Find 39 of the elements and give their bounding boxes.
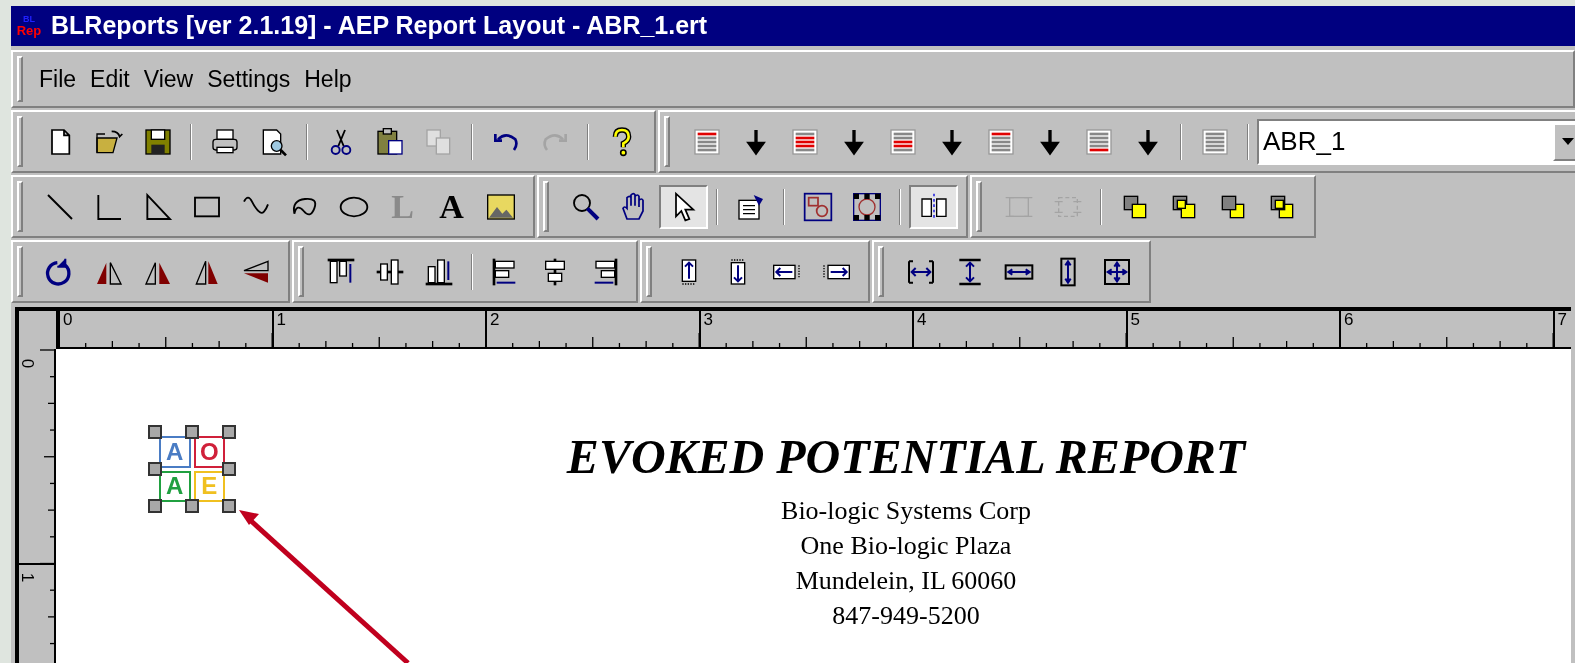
toolbar-button[interactable] xyxy=(909,184,958,229)
menu-item[interactable]: Settings xyxy=(203,61,295,97)
address-line: One Bio-logic Plaza xyxy=(800,530,1012,562)
selection-handle[interactable] xyxy=(185,499,199,513)
ruler-number: 6 xyxy=(1344,311,1354,328)
selection-handle[interactable] xyxy=(222,499,236,513)
ruler-number: 3 xyxy=(703,311,713,328)
layout-select[interactable]: ABR_1 xyxy=(1257,118,1575,165)
handles-frame-icon xyxy=(850,190,883,223)
select-value: ABR_1 xyxy=(1262,125,1347,158)
ruler-number: 4 xyxy=(917,311,927,328)
ruler-number: 1 xyxy=(276,311,286,328)
text-tool-button[interactable]: A xyxy=(427,184,476,229)
ruler-number: 5 xyxy=(1130,311,1140,328)
address-line: Mundelein, IL 60060 xyxy=(795,565,1017,597)
selection-handle[interactable] xyxy=(222,425,236,439)
ruler-number: 0 xyxy=(63,311,73,328)
selection-handle[interactable] xyxy=(222,462,236,476)
selection-handle[interactable] xyxy=(148,425,162,439)
ruler-number: 7 xyxy=(1557,311,1567,328)
window-title: BLReports [ver 2.1.19] - AEP Report Layout - ABR_1.ert xyxy=(51,10,708,42)
menu-item[interactable]: Help xyxy=(300,61,356,97)
caret-icon xyxy=(1562,138,1574,145)
selection-handle[interactable] xyxy=(185,425,199,439)
menu-item[interactable]: Edit xyxy=(86,61,134,97)
selection-handle[interactable] xyxy=(148,462,162,476)
app-icon-top: BL xyxy=(23,15,35,24)
ruler-number: 2 xyxy=(490,311,500,328)
selection-handle[interactable] xyxy=(148,499,162,513)
report-title: EVOKED POTENTIAL REPORT xyxy=(566,429,1246,485)
ruler-number: 1 xyxy=(19,572,37,582)
address-line: Bio-logic Systems Corp xyxy=(781,495,1031,527)
toolbar-button[interactable] xyxy=(659,184,708,229)
app-icon-bottom: Rep xyxy=(16,24,42,37)
menu-item[interactable]: View xyxy=(139,61,198,97)
ruler-number: 0 xyxy=(19,358,37,369)
address-line: 847-949-5200 xyxy=(832,600,980,632)
dropdown-button[interactable] xyxy=(1553,122,1575,161)
menu-item[interactable]: File xyxy=(35,61,81,97)
